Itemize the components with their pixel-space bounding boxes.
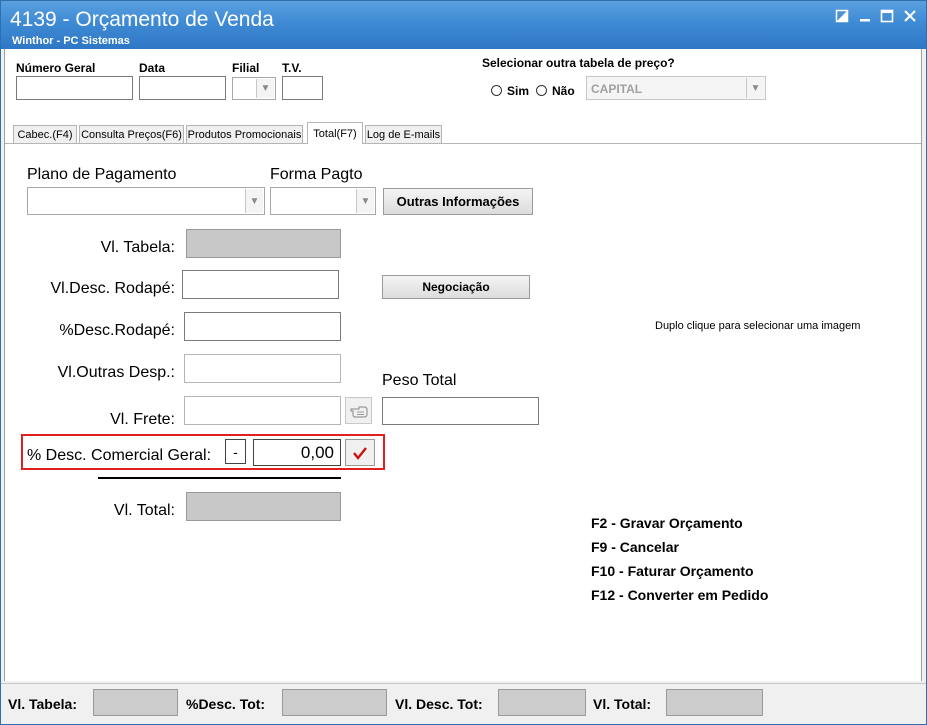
chevron-down-icon[interactable]: ▼: [356, 189, 374, 213]
vl-outras-desp-input[interactable]: [184, 354, 341, 383]
vl-total-field: [186, 492, 341, 521]
form-client-area: Número Geral Data Filial ▼ T.V. Selecion…: [4, 49, 922, 681]
vl-total-label: Vl. Total:: [113, 502, 175, 519]
status-pct-desc-tot-label: %Desc. Tot:: [186, 696, 266, 712]
maximize-icon[interactable]: [878, 9, 896, 25]
status-pct-desc-tot-field: [282, 689, 387, 716]
status-vl-tabela-label: Vl. Tabela:: [8, 696, 77, 712]
peso-total-input[interactable]: [382, 397, 539, 425]
desc-comercial-label: % Desc. Comercial Geral:: [27, 447, 212, 464]
close-icon[interactable]: [901, 9, 919, 25]
tab-total[interactable]: Total(F7): [307, 122, 363, 144]
shortcut-f2: F2 - Gravar Orçamento: [591, 515, 743, 531]
tab-produtos-promocionais[interactable]: Produtos Promocionais: [186, 125, 303, 143]
tabela-preco-label: Selecionar outra tabela de preço?: [482, 56, 675, 70]
minimize-icon[interactable]: [856, 9, 874, 25]
sim-radio[interactable]: [491, 85, 502, 96]
checkmark-icon: [353, 446, 367, 460]
tabela-preco-select[interactable]: CAPITAL ▼: [586, 76, 766, 100]
data-label: Data: [139, 61, 166, 75]
title-bar[interactable]: 4139 - Orçamento de Venda Winthor - PC S…: [1, 1, 926, 49]
frete-lookup-button[interactable]: [345, 397, 372, 424]
window-title: 4139 - Orçamento de Venda: [10, 8, 274, 31]
vl-frete-label: Vl. Frete:: [110, 411, 175, 428]
shortcut-list: F2 - Gravar Orçamento F9 - Cancelar F10 …: [591, 511, 768, 607]
vl-frete-input[interactable]: [184, 396, 341, 425]
status-vl-tabela-field: [93, 689, 178, 716]
desc-comercial-sign[interactable]: -: [225, 439, 246, 464]
forma-pagto-label: Forma Pagto: [270, 166, 363, 183]
tab-log-emails[interactable]: Log de E-mails: [365, 125, 442, 143]
forma-pagto-select[interactable]: ▼: [270, 187, 376, 215]
numero-geral-label: Número Geral: [16, 61, 96, 75]
app-window: 4139 - Orçamento de Venda Winthor - PC S…: [0, 0, 927, 725]
total-divider: [98, 477, 341, 479]
peso-total-label: Peso Total: [382, 372, 457, 389]
vl-tabela-label: Vl. Tabela:: [100, 239, 175, 256]
plano-pagamento-label: Plano de Pagamento: [27, 166, 177, 183]
tv-label: T.V.: [282, 61, 302, 75]
data-input[interactable]: [139, 76, 226, 100]
vl-desc-rodape-label: Vl.Desc. Rodapé:: [50, 280, 175, 297]
status-vl-desc-tot-field: [498, 689, 586, 716]
negociacao-button[interactable]: Negociação: [382, 275, 530, 299]
tabela-preco-value: CAPITAL: [591, 82, 643, 96]
image-placeholder-hint[interactable]: Duplo clique para selecionar uma imagem: [655, 320, 860, 332]
numero-geral-input[interactable]: [16, 76, 133, 100]
tab-strip-line: [5, 143, 921, 144]
status-bar: Vl. Tabela: %Desc. Tot: Vl. Desc. Tot: V…: [1, 683, 926, 724]
pointing-hand-icon: [349, 405, 368, 418]
chevron-down-icon[interactable]: ▼: [245, 189, 263, 213]
status-vl-desc-tot-label: Vl. Desc. Tot:: [395, 696, 483, 712]
chevron-down-icon[interactable]: ▼: [256, 79, 274, 98]
chevron-down-icon[interactable]: ▼: [746, 78, 764, 98]
filial-select[interactable]: ▼: [232, 77, 276, 100]
tab-consulta-precos[interactable]: Consulta Preços(F6): [79, 125, 184, 143]
vl-tabela-field: [186, 229, 341, 258]
tab-cabec[interactable]: Cabec.(F4): [13, 125, 77, 143]
vl-desc-rodape-input[interactable]: [182, 270, 339, 299]
shortcut-f12: F12 - Converter em Pedido: [591, 587, 769, 603]
pct-desc-rodape-input[interactable]: [184, 312, 341, 341]
desc-comercial-input[interactable]: 0,00: [253, 439, 341, 466]
status-vl-total-label: Vl. Total:: [593, 696, 652, 712]
sim-label: Sim: [507, 84, 530, 98]
nao-label: Não: [552, 84, 575, 98]
filial-label: Filial: [232, 61, 260, 75]
nao-radio[interactable]: [536, 85, 547, 96]
outras-informacoes-button[interactable]: Outras Informações: [383, 188, 533, 215]
restore-icon[interactable]: [833, 9, 851, 25]
window-subtitle: Winthor - PC Sistemas: [12, 35, 130, 47]
vl-outras-desp-label: Vl.Outras Desp.:: [57, 364, 175, 381]
shortcut-f9: F9 - Cancelar: [591, 539, 679, 555]
pct-desc-rodape-label: %Desc.Rodapé:: [59, 322, 175, 339]
status-vl-total-field: [666, 689, 763, 716]
tv-input[interactable]: [282, 76, 323, 100]
shortcut-f10: F10 - Faturar Orçamento: [591, 563, 754, 579]
confirm-button[interactable]: [345, 439, 375, 466]
plano-pagamento-select[interactable]: ▼: [27, 187, 265, 215]
